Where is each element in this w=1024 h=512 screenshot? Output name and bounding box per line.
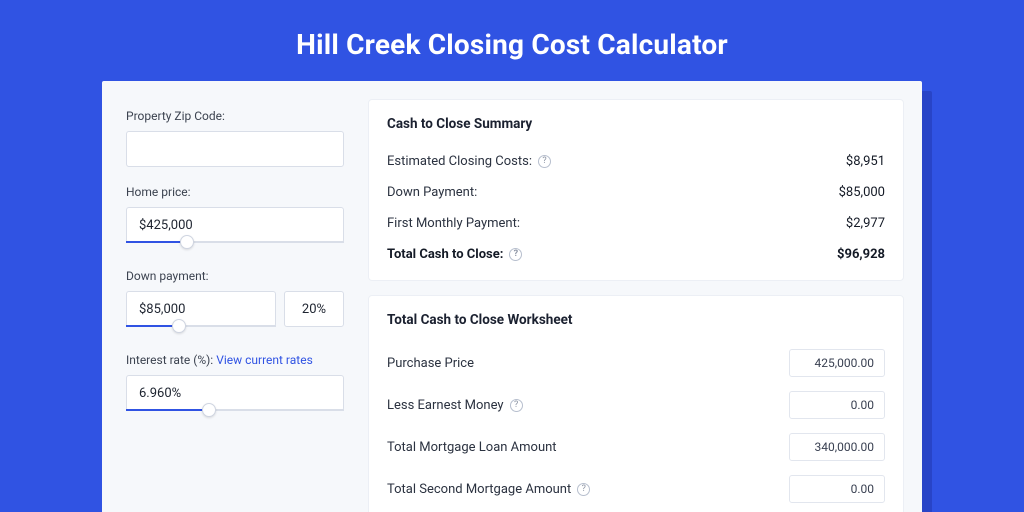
summary-row: Down Payment: $85,000 — [387, 177, 885, 208]
interest-rate-slider[interactable]: 6.960% — [126, 375, 344, 411]
zip-input[interactable] — [126, 131, 344, 167]
worksheet-row: Total Second Mortgage Amount ? 0.00 — [387, 468, 885, 510]
summary-row-label: First Monthly Payment: — [387, 216, 520, 231]
slider-thumb[interactable] — [172, 319, 186, 333]
calculator-card-wrap: Property Zip Code: Home price: $425,000 … — [102, 81, 922, 512]
interest-rate-label: Interest rate (%): View current rates — [126, 353, 344, 367]
slider-fill — [126, 409, 209, 411]
worksheet-row-value: 425,000.00 — [815, 356, 874, 370]
summary-heading: Cash to Close Summary — [387, 116, 885, 132]
down-payment-percent-value: 20% — [302, 302, 326, 317]
worksheet-row-value: 0.00 — [851, 482, 874, 496]
worksheet-heading: Total Cash to Close Worksheet — [387, 312, 885, 328]
summary-row-total: Total Cash to Close: ? $96,928 — [387, 239, 885, 270]
summary-row-label: Down Payment: — [387, 185, 477, 200]
summary-row-label: Estimated Closing Costs: — [387, 154, 532, 169]
worksheet-row: Less Earnest Money ? 0.00 — [387, 384, 885, 426]
zip-field: Property Zip Code: — [126, 109, 344, 167]
worksheet-row: Total Mortgage Loan Amount 340,000.00 — [387, 426, 885, 468]
down-payment-label: Down payment: — [126, 269, 344, 283]
help-icon[interactable]: ? — [509, 248, 522, 261]
worksheet-amount-box[interactable]: 0.00 — [789, 475, 885, 503]
calculator-card: Property Zip Code: Home price: $425,000 … — [102, 81, 922, 512]
summary-row: First Monthly Payment: $2,977 — [387, 208, 885, 239]
summary-row-value: $96,928 — [837, 247, 885, 262]
worksheet-row-label: Total Second Mortgage Amount — [387, 482, 571, 497]
worksheet-amount-box[interactable]: 425,000.00 — [789, 349, 885, 377]
home-price-value: $425,000 — [139, 218, 193, 233]
worksheet-amount-box[interactable]: 0.00 — [789, 391, 885, 419]
summary-row: Estimated Closing Costs: ? $8,951 — [387, 146, 885, 177]
view-rates-link[interactable]: View current rates — [216, 353, 313, 367]
worksheet-row-label: Purchase Price — [387, 356, 474, 371]
summary-row-label: Total Cash to Close: — [387, 247, 503, 262]
worksheet-row-value: 0.00 — [851, 398, 874, 412]
home-price-field: Home price: $425,000 — [126, 185, 344, 243]
worksheet-panel: Total Cash to Close Worksheet Purchase P… — [368, 295, 904, 512]
slider-thumb[interactable] — [202, 403, 216, 417]
worksheet-row: Purchase Price 425,000.00 — [387, 342, 885, 384]
worksheet-row-label: Total Mortgage Loan Amount — [387, 440, 557, 455]
home-price-slider[interactable]: $425,000 — [126, 207, 344, 243]
worksheet-row-value: 340,000.00 — [815, 440, 874, 454]
results-panel: Cash to Close Summary Estimated Closing … — [362, 81, 922, 512]
summary-row-value: $2,977 — [846, 216, 885, 231]
home-price-label: Home price: — [126, 185, 344, 199]
summary-panel: Cash to Close Summary Estimated Closing … — [368, 99, 904, 281]
help-icon[interactable]: ? — [538, 155, 551, 168]
help-icon[interactable]: ? — [577, 483, 590, 496]
summary-row-value: $85,000 — [839, 185, 885, 200]
down-payment-value-box[interactable]: $85,000 — [126, 291, 276, 327]
interest-rate-value-box[interactable]: 6.960% — [126, 375, 344, 411]
slider-thumb[interactable] — [180, 235, 194, 249]
page-title: Hill Creek Closing Cost Calculator — [0, 0, 1024, 81]
interest-rate-label-text: Interest rate (%): — [126, 353, 216, 367]
worksheet-row-label: Less Earnest Money — [387, 398, 504, 413]
slider-fill — [126, 241, 187, 243]
summary-row-value: $8,951 — [846, 154, 885, 169]
help-icon[interactable]: ? — [510, 399, 523, 412]
down-payment-field: Down payment: $85,000 20% — [126, 269, 344, 327]
zip-label: Property Zip Code: — [126, 109, 344, 123]
interest-rate-value: 6.960% — [139, 386, 181, 401]
down-payment-percent-box[interactable]: 20% — [284, 291, 344, 327]
worksheet-amount-box[interactable]: 340,000.00 — [789, 433, 885, 461]
interest-rate-field: Interest rate (%): View current rates 6.… — [126, 353, 344, 411]
home-price-value-box[interactable]: $425,000 — [126, 207, 344, 243]
inputs-panel: Property Zip Code: Home price: $425,000 … — [102, 81, 362, 512]
down-payment-slider[interactable]: $85,000 — [126, 291, 276, 327]
down-payment-value: $85,000 — [139, 302, 185, 317]
